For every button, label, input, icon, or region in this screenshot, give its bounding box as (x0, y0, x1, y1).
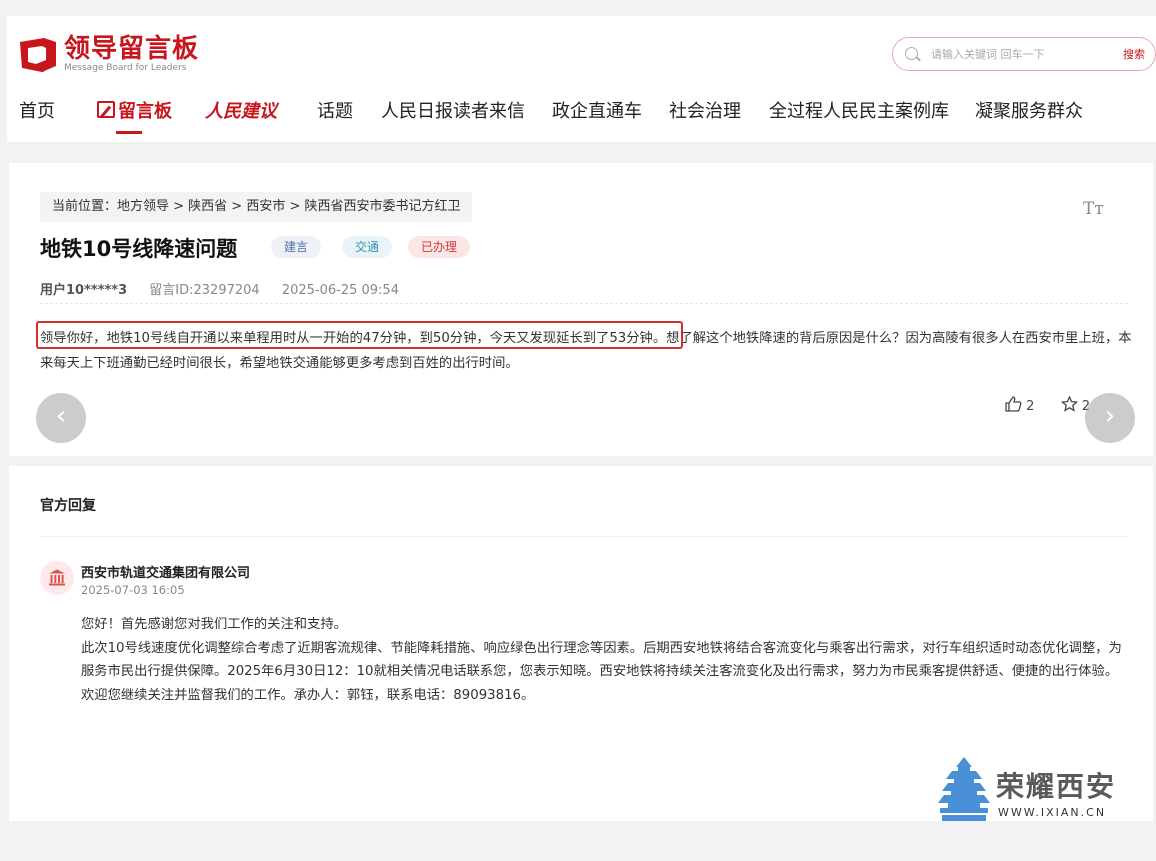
divider (40, 303, 1128, 304)
message-actions: 2 2 (1005, 395, 1090, 416)
edit-note-icon (97, 101, 115, 118)
reply-org-name: 西安市轨道交通集团有限公司 (81, 566, 251, 581)
font-size-icon[interactable]: Tт (1083, 199, 1104, 219)
watermark-text: 荣耀西安 (996, 770, 1117, 803)
star-icon[interactable] (1060, 395, 1078, 416)
prev-arrow-button[interactable]: ‹ (36, 393, 86, 443)
pagoda-logo-icon (938, 757, 990, 821)
nav-item-readers-letters[interactable]: 人民日报读者来信 (381, 98, 525, 126)
message-user: 用户10*****3 (40, 283, 128, 298)
nav-item-topics[interactable]: 话题 (317, 98, 353, 126)
nav-item-gov-enterprise[interactable]: 政企直通车 (552, 98, 642, 126)
search-box: 搜索 (892, 37, 1156, 71)
reply-paragraph: 欢迎您继续关注并监督我们的工作。承办人：郭钰，联系电话：89093816。 (81, 687, 535, 703)
search-button[interactable]: 搜索 (1123, 46, 1145, 62)
reply-datetime: 2025-07-03 16:05 (81, 583, 185, 597)
watermark: 荣耀西安 WWW.IXIAN.CN (938, 755, 1138, 825)
nav-item-message-board[interactable]: 留言板 (97, 98, 172, 126)
site-header: 领导留言板 Message Board for Leaders 搜索 首页 留言… (7, 16, 1156, 142)
nav-item-message-board-label: 留言板 (118, 101, 172, 122)
breadcrumb: 当前位置：地方领导 > 陕西省 > 西安市 > 陕西省西安市委书记方红卫 (40, 192, 473, 222)
next-arrow-button[interactable]: › (1085, 393, 1135, 443)
divider (40, 536, 1128, 537)
logo-subtitle: Message Board for Leaders (64, 63, 187, 73)
reply-paragraph: 您好！首先感谢您对我们工作的关注和支持。 (81, 617, 347, 632)
message-card: 当前位置：地方领导 > 陕西省 > 西安市 > 陕西省西安市委书记方红卫 Tт … (9, 163, 1153, 456)
nav-active-indicator (116, 131, 142, 134)
avatar (40, 561, 74, 595)
logo-title: 领导留言板 (64, 34, 200, 64)
nav-item-social-governance[interactable]: 社会治理 (669, 98, 741, 126)
search-input[interactable] (931, 46, 1101, 62)
tag-traffic: 交通 (342, 236, 393, 258)
logo-mark-icon (18, 36, 58, 74)
search-icon (905, 47, 918, 60)
site-logo[interactable]: 领导留言板 Message Board for Leaders (18, 35, 199, 74)
main-nav: 首页 留言板 人民建议 话题 人民日报读者来信 政企直通车 社会治理 全过程人民… (7, 98, 1156, 132)
reply-heading: 官方回复 (40, 498, 96, 514)
thumbs-up-icon[interactable] (1005, 396, 1022, 416)
reply-paragraph: 此次10号线速度优化调整综合考虑了近期客流规律、节能降耗措施、响应绿色出行理念等… (81, 640, 1122, 680)
reply-body: 您好！首先感谢您对我们工作的关注和支持。 此次10号线速度优化调整综合考虑了近期… (81, 613, 1133, 707)
tag-suggestion: 建言 (271, 236, 322, 258)
message-title: 地铁10号线降速问题 (40, 237, 238, 261)
like-count: 2 (1026, 399, 1035, 414)
highlight-box (36, 321, 683, 349)
watermark-url: WWW.IXIAN.CN (998, 806, 1107, 819)
message-datetime: 2025-06-25 09:54 (281, 283, 399, 298)
nav-item-democracy-cases[interactable]: 全过程人民民主案例库 (769, 98, 949, 126)
nav-item-serve-masses[interactable]: 凝聚服务群众 (975, 98, 1083, 126)
government-building-icon (49, 569, 65, 586)
nav-item-people-suggestions[interactable]: 人民建议 (205, 98, 277, 126)
status-badge: 已办理 (408, 236, 471, 258)
message-meta: 用户10*****3 留言ID:23297204 2025-06-25 09:5… (40, 279, 417, 298)
message-id: 留言ID:23297204 (149, 283, 260, 298)
nav-item-home[interactable]: 首页 (19, 98, 55, 126)
